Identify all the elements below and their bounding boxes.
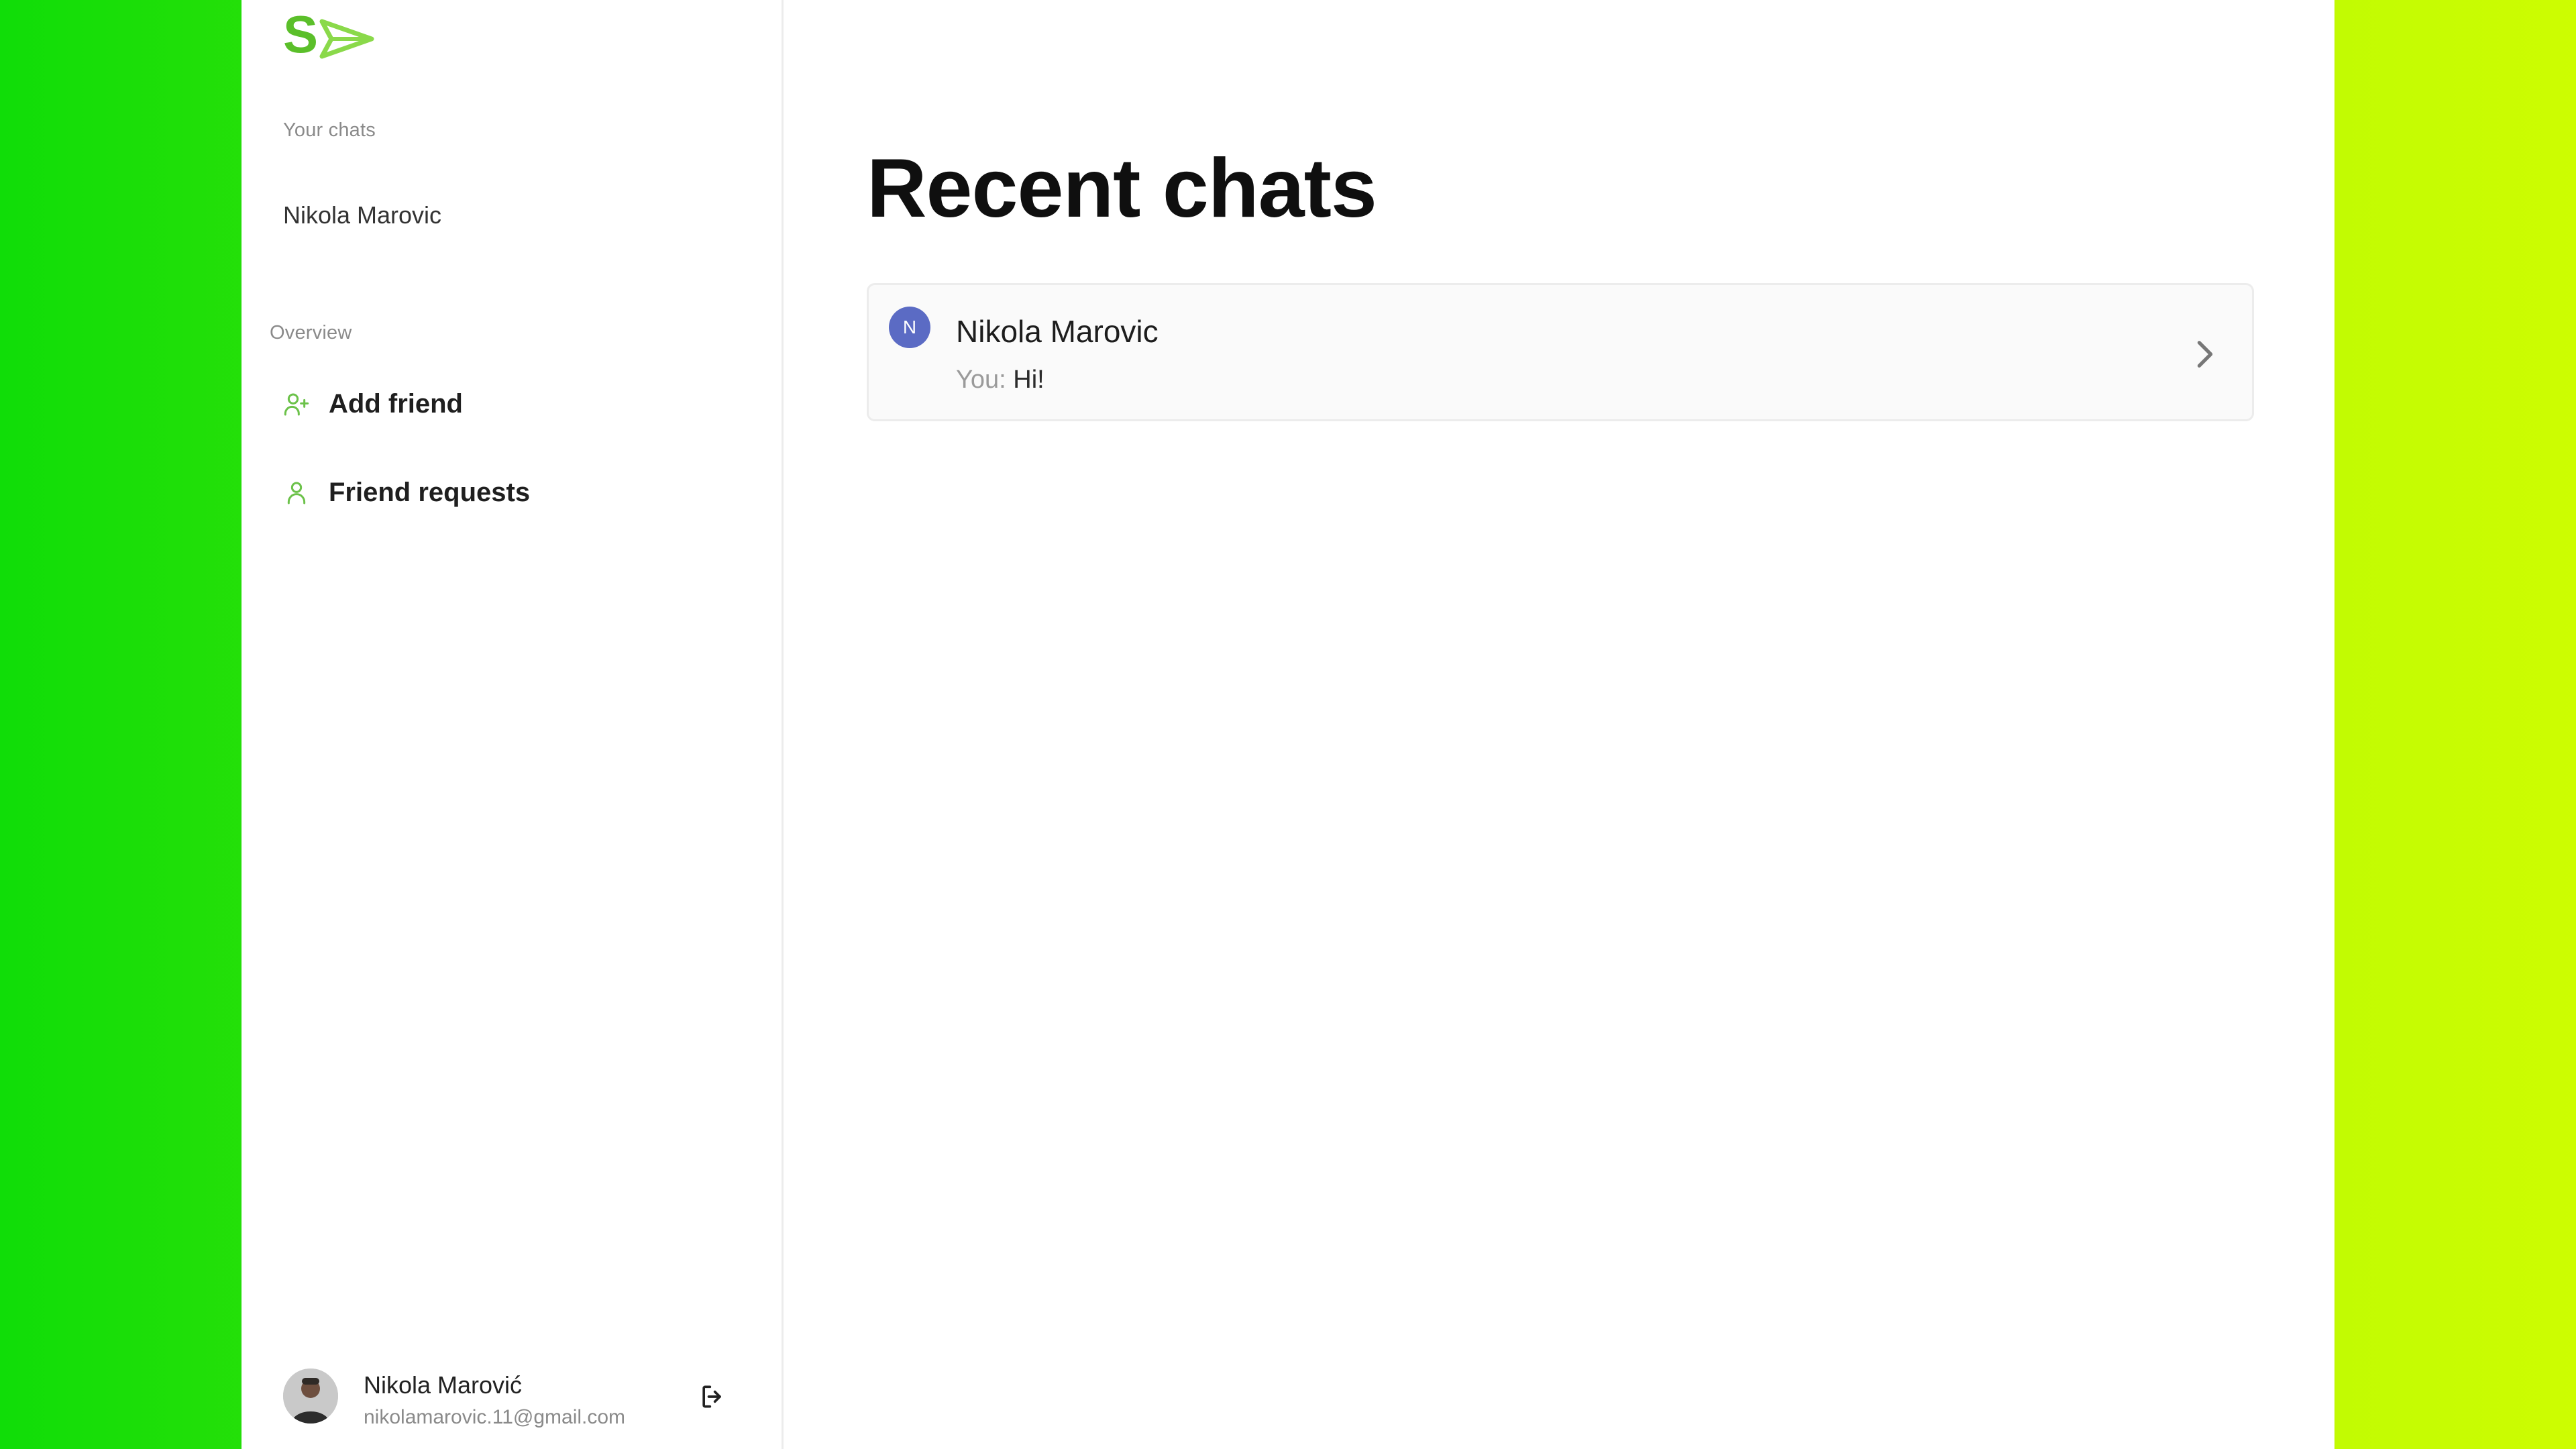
chat-name: Nikola Marovic — [956, 314, 1159, 349]
app-logo[interactable]: S — [283, 5, 377, 64]
user-icon — [287, 482, 306, 504]
chevron-right-icon — [2197, 341, 2213, 368]
app-window: S Your chats Nikola Marovic Overview Add… — [241, 0, 2334, 1449]
main-content: Recent chats N Nikola Marovic You: Hi! — [784, 0, 2334, 1449]
message-text: Hi! — [1013, 366, 1044, 394]
friend-requests-link[interactable]: Friend requests — [283, 478, 530, 508]
profile-email: nikolamarovic.11@gmail.com — [364, 1406, 626, 1428]
your-chats-label: Your chats — [283, 119, 376, 141]
add-friend-label: Add friend — [329, 389, 463, 419]
message-prefix: You: — [956, 366, 1006, 394]
overview-label: Overview — [270, 322, 352, 343]
avatar-photo — [283, 1368, 338, 1424]
avatar — [283, 1368, 338, 1424]
add-friend-link[interactable]: Add friend — [283, 389, 463, 419]
recent-chat-card[interactable]: N Nikola Marovic You: Hi! — [867, 283, 2254, 421]
friend-requests-label: Friend requests — [329, 478, 531, 507]
chat-avatar: N — [889, 307, 930, 348]
logout-button[interactable] — [698, 1382, 727, 1411]
sidebar: S Your chats Nikola Marovic Overview Add… — [241, 0, 784, 1449]
profile-name: Nikola Marović — [364, 1371, 523, 1399]
page-title: Recent chats — [867, 142, 1377, 235]
user-profile: Nikola Marović nikolamarovic.11@gmail.co… — [283, 1368, 753, 1429]
svg-text:S: S — [283, 7, 318, 63]
logout-icon — [702, 1385, 721, 1408]
send-icon: S — [283, 5, 374, 64]
chat-last-message: You: Hi! — [956, 366, 1044, 394]
user-plus-icon — [284, 393, 309, 415]
sidebar-chat-item[interactable]: Nikola Marovic — [283, 201, 441, 229]
